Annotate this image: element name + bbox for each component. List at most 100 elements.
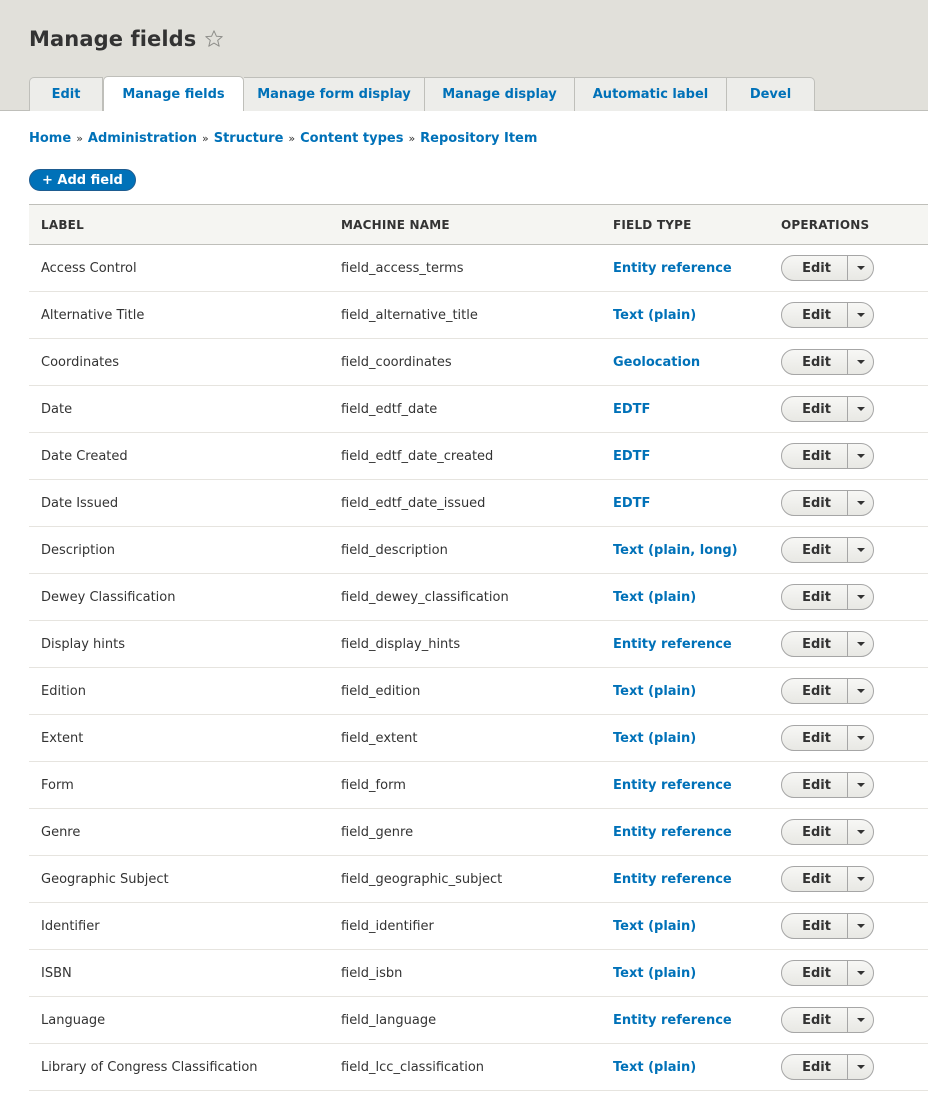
title-row: Manage fields <box>29 27 224 51</box>
field-type-link[interactable]: Entity reference <box>613 261 732 276</box>
field-type-link[interactable]: Entity reference <box>613 825 732 840</box>
field-type-link[interactable]: EDTF <box>613 496 650 511</box>
field-type-link[interactable]: Text (plain, long) <box>613 543 738 558</box>
edit-button[interactable]: Edit <box>782 820 847 844</box>
edit-button[interactable]: Edit <box>782 679 847 703</box>
edit-button[interactable]: Edit <box>782 350 847 374</box>
field-label: Geographic Subject <box>29 855 329 903</box>
field-type-link[interactable]: Text (plain) <box>613 1060 696 1075</box>
operations-dropbutton: Edit <box>781 960 874 986</box>
field-type-link[interactable]: Entity reference <box>613 637 732 652</box>
tab-edit[interactable]: Edit <box>29 77 103 111</box>
edit-button[interactable]: Edit <box>782 726 847 750</box>
operations-toggle-button[interactable] <box>847 585 873 609</box>
breadcrumb-content-types[interactable]: Content types <box>300 131 403 146</box>
column-header-machine-name: Machine name <box>341 217 450 232</box>
edit-button[interactable]: Edit <box>782 491 847 515</box>
add-field-button[interactable]: + Add field <box>29 169 136 191</box>
operations-toggle-button[interactable] <box>847 538 873 562</box>
operations-dropbutton: Edit <box>781 490 874 516</box>
edit-button[interactable]: Edit <box>782 961 847 985</box>
field-type-link[interactable]: Text (plain) <box>613 684 696 699</box>
field-type-link[interactable]: Text (plain) <box>613 308 696 323</box>
operations-toggle-button[interactable] <box>847 397 873 421</box>
operations-cell: Edit <box>769 244 928 292</box>
field-machine-name: field_description <box>329 526 601 574</box>
field-type-link[interactable]: Entity reference <box>613 1013 732 1028</box>
operations-cell: Edit <box>769 855 928 903</box>
operations-toggle-button[interactable] <box>847 914 873 938</box>
edit-button[interactable]: Edit <box>782 538 847 562</box>
operations-toggle-button[interactable] <box>847 867 873 891</box>
table-row: Identifier field_identifier Text (plain)… <box>29 902 928 950</box>
operations-toggle-button[interactable] <box>847 444 873 468</box>
table-row: Library of Congress Classification field… <box>29 1043 928 1091</box>
edit-button[interactable]: Edit <box>782 444 847 468</box>
operations-toggle-button[interactable] <box>847 632 873 656</box>
operations-toggle-button[interactable] <box>847 820 873 844</box>
operations-toggle-button[interactable] <box>847 726 873 750</box>
edit-button[interactable]: Edit <box>782 914 847 938</box>
operations-toggle-button[interactable] <box>847 256 873 280</box>
breadcrumb-administration[interactable]: Administration <box>88 131 197 146</box>
tab-devel[interactable]: Devel <box>727 77 815 111</box>
field-type-link[interactable]: Text (plain) <box>613 731 696 746</box>
field-machine-name: field_edtf_date_issued <box>329 479 601 527</box>
table-row: ISBN field_isbn Text (plain) Edit <box>29 949 928 997</box>
caret-down-icon <box>856 971 865 975</box>
field-type-link[interactable]: Geolocation <box>613 355 700 370</box>
tab-manage-fields[interactable]: Manage fields <box>103 76 244 111</box>
field-type-cell: Entity reference <box>601 996 769 1044</box>
field-machine-name: field_identifier <box>329 902 601 950</box>
operations-toggle-button[interactable] <box>847 773 873 797</box>
field-label: Date <box>29 385 329 433</box>
table-row: Display hints field_display_hints Entity… <box>29 620 928 668</box>
tab-manage-form-display[interactable]: Manage form display <box>244 77 425 111</box>
table-row: Extent field_extent Text (plain) Edit <box>29 714 928 762</box>
operations-toggle-button[interactable] <box>847 679 873 703</box>
operations-cell: Edit <box>769 714 928 762</box>
caret-down-icon <box>856 736 865 740</box>
field-label: Genre <box>29 808 329 856</box>
edit-button[interactable]: Edit <box>782 632 847 656</box>
field-type-link[interactable]: Text (plain) <box>613 966 696 981</box>
edit-button[interactable]: Edit <box>782 773 847 797</box>
field-type-cell: Text (plain) <box>601 714 769 762</box>
edit-button[interactable]: Edit <box>782 585 847 609</box>
operations-toggle-button[interactable] <box>847 350 873 374</box>
star-outline-icon[interactable] <box>204 29 224 49</box>
field-type-cell: Text (plain) <box>601 573 769 621</box>
tab-manage-display[interactable]: Manage display <box>425 77 575 111</box>
operations-dropbutton: Edit <box>781 678 874 704</box>
field-label: Library of Congress Classification <box>29 1043 329 1091</box>
table-row: Dewey Classification field_dewey_classif… <box>29 573 928 621</box>
field-type-link[interactable]: EDTF <box>613 449 650 464</box>
field-type-link[interactable]: Text (plain) <box>613 590 696 605</box>
operations-cell: Edit <box>769 667 928 715</box>
operations-toggle-button[interactable] <box>847 491 873 515</box>
page-title: Manage fields <box>29 27 197 51</box>
field-type-link[interactable]: EDTF <box>613 402 650 417</box>
breadcrumb-separator: » <box>202 131 209 145</box>
fields-table: Label Machine name Field type Operations… <box>29 204 928 1091</box>
field-type-link[interactable]: Entity reference <box>613 872 732 887</box>
operations-toggle-button[interactable] <box>847 303 873 327</box>
tab-automatic-label[interactable]: Automatic label <box>575 77 727 111</box>
primary-tabs: Edit Manage fields Manage form display M… <box>29 76 815 111</box>
edit-button[interactable]: Edit <box>782 1008 847 1032</box>
field-label: Language <box>29 996 329 1044</box>
edit-button[interactable]: Edit <box>782 256 847 280</box>
breadcrumb-structure[interactable]: Structure <box>214 131 284 146</box>
edit-button[interactable]: Edit <box>782 303 847 327</box>
field-machine-name: field_edtf_date_created <box>329 432 601 480</box>
edit-button[interactable]: Edit <box>782 397 847 421</box>
breadcrumb-repository-item[interactable]: Repository Item <box>420 131 537 146</box>
edit-button[interactable]: Edit <box>782 867 847 891</box>
breadcrumb-home[interactable]: Home <box>29 131 71 146</box>
edit-button[interactable]: Edit <box>782 1055 847 1079</box>
field-type-link[interactable]: Text (plain) <box>613 919 696 934</box>
operations-toggle-button[interactable] <box>847 1008 873 1032</box>
operations-toggle-button[interactable] <box>847 1055 873 1079</box>
field-type-link[interactable]: Entity reference <box>613 778 732 793</box>
operations-toggle-button[interactable] <box>847 961 873 985</box>
